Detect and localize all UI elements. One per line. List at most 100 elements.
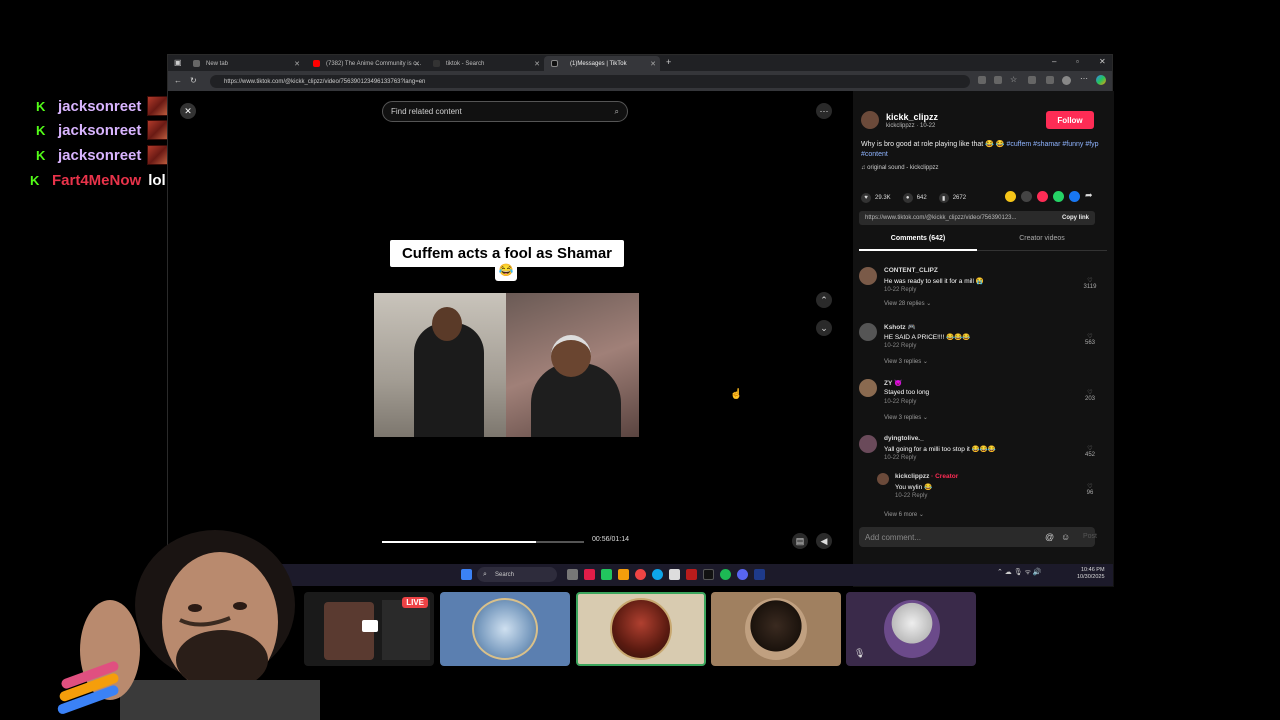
maximize-icon[interactable]: ▫: [1076, 57, 1079, 66]
view-replies-link[interactable]: View 28 replies ⌄: [884, 300, 931, 307]
avatar[interactable]: [859, 323, 877, 341]
discord-icon[interactable]: [737, 569, 748, 580]
save-button[interactable]: ▮ 2672: [938, 193, 966, 203]
extension-icon[interactable]: [978, 76, 986, 84]
system-tray-icons[interactable]: ⌃ ☁ 🎙 ᯤ 🔊: [997, 568, 1042, 577]
copilot-icon[interactable]: [1096, 75, 1106, 85]
minimize-icon[interactable]: –: [1052, 57, 1056, 66]
copy-link-button[interactable]: Copy link: [1062, 215, 1089, 221]
view-more-link[interactable]: View 6 more ⌄: [884, 511, 924, 518]
close-icon[interactable]: ✕: [414, 60, 420, 68]
close-window-icon[interactable]: ✕: [1099, 57, 1106, 66]
more-options-icon[interactable]: ⋯: [816, 103, 832, 119]
start-icon[interactable]: [461, 569, 472, 580]
next-video-icon[interactable]: ⌄: [816, 320, 832, 336]
comment-meta[interactable]: 10-22 Reply: [884, 343, 916, 349]
comment-meta[interactable]: 10-22 Reply: [884, 455, 916, 461]
app-icon[interactable]: [601, 569, 612, 580]
comment-like-button[interactable]: ♡ 563: [1081, 333, 1099, 346]
mention-icon[interactable]: @: [1045, 532, 1054, 542]
extension-icon[interactable]: [1028, 76, 1036, 84]
captions-icon[interactable]: ▤: [792, 533, 808, 549]
previous-video-icon[interactable]: ⌃: [816, 292, 832, 308]
close-icon[interactable]: ✕: [534, 60, 540, 68]
search-icon[interactable]: ⌕: [615, 107, 619, 117]
taskbar-clock[interactable]: 10:46 PM 10/30/2025: [1077, 567, 1105, 581]
app-icon[interactable]: [669, 569, 680, 580]
avatar[interactable]: [877, 473, 889, 485]
video-link-field[interactable]: https://www.tiktok.com/@kickk_clipzz/vid…: [859, 211, 1095, 225]
refresh-icon[interactable]: ↻: [190, 76, 197, 85]
comment-text: He was ready to sell it for a mill 😭: [884, 278, 984, 285]
sound-link[interactable]: ♫ original sound - kickclippzz: [861, 165, 939, 171]
comment-username[interactable]: CONTENT_CLIPZ: [884, 267, 938, 274]
tiktok-icon: [551, 60, 558, 67]
discord-user-tile-speaking[interactable]: [576, 592, 706, 666]
tab-tiktok-search[interactable]: tiktok - Search ✕: [426, 56, 544, 71]
close-video-button[interactable]: ✕: [180, 103, 196, 119]
tab-creator-videos[interactable]: Creator videos: [983, 235, 1101, 251]
avatar[interactable]: [859, 379, 877, 397]
avatar[interactable]: [859, 267, 877, 285]
tab-new-tab[interactable]: New tab ✕: [186, 56, 304, 71]
tab-tiktok-messages[interactable]: (1)Messages | TikTok ✕: [544, 56, 660, 71]
close-icon[interactable]: ✕: [650, 60, 656, 68]
comment-like-button[interactable]: ♡ 96: [1081, 483, 1099, 496]
comment-meta[interactable]: 10-22 Reply: [884, 287, 916, 293]
comment-like-button[interactable]: ♡ 3119: [1081, 277, 1099, 290]
discord-user-tile[interactable]: [440, 592, 570, 666]
tab-comments[interactable]: Comments (642): [859, 235, 977, 251]
share-icon[interactable]: ➦: [1085, 190, 1093, 201]
volume-icon[interactable]: ◀: [816, 533, 832, 549]
comment-like-button[interactable]: ♡ 203: [1081, 389, 1099, 402]
embed-icon[interactable]: [1021, 191, 1032, 202]
whatsapp-icon[interactable]: [1053, 191, 1064, 202]
steam-icon[interactable]: [754, 569, 765, 580]
comment-like-button[interactable]: ♡ 452: [1081, 445, 1099, 458]
tab-actions-icon[interactable]: ▣: [174, 58, 182, 67]
discord-user-tile[interactable]: [711, 592, 841, 666]
extension-icon[interactable]: [994, 76, 1002, 84]
youtube-icon[interactable]: [635, 569, 646, 580]
spotify-icon[interactable]: [720, 569, 731, 580]
avatar[interactable]: [859, 435, 877, 453]
favorites-icon[interactable]: [1046, 76, 1054, 84]
discord-user-tile[interactable]: 🎙: [846, 592, 976, 666]
video-progress-bar[interactable]: [382, 541, 584, 543]
share-friends-icon[interactable]: [1037, 191, 1048, 202]
search-input[interactable]: Find related content ⌕: [382, 101, 628, 122]
follow-button[interactable]: Follow: [1046, 111, 1094, 129]
tab-youtube[interactable]: (7382) The Anime Community is c... ✕: [306, 56, 424, 71]
creator-username[interactable]: kickk_clipzz: [886, 112, 938, 122]
view-replies-link[interactable]: View 3 replies ⌄: [884, 358, 928, 365]
comment-meta[interactable]: 10-22 Reply: [884, 399, 916, 405]
comment-input[interactable]: Add comment... @ ☺: [859, 527, 1095, 547]
back-icon[interactable]: ←: [174, 76, 182, 85]
comment-username[interactable]: Kshotz 🎮: [884, 323, 916, 331]
comment-button[interactable]: ● 642: [902, 193, 927, 203]
address-bar[interactable]: https://www.tiktok.com/@kickk_clipzz/vid…: [210, 75, 970, 88]
netflix-icon[interactable]: [686, 569, 697, 580]
reply-meta[interactable]: 10-22 Reply: [895, 493, 927, 499]
close-icon[interactable]: ✕: [294, 60, 300, 68]
reply-username[interactable]: kickclippzz · Creator: [895, 473, 958, 480]
app-icon[interactable]: [584, 569, 595, 580]
creator-avatar[interactable]: [861, 111, 879, 129]
view-replies-link[interactable]: View 3 replies ⌄: [884, 414, 928, 421]
more-icon[interactable]: ⋯: [1080, 74, 1088, 83]
folder-icon[interactable]: [618, 569, 629, 580]
star-icon[interactable]: ☆: [1010, 75, 1017, 84]
taskbar-search[interactable]: ⌕ Search: [477, 567, 557, 582]
facebook-icon[interactable]: [1069, 191, 1080, 202]
task-view-icon[interactable]: [567, 569, 578, 580]
profile-avatar[interactable]: [1062, 76, 1071, 85]
like-button[interactable]: ♥ 29.3K: [861, 193, 891, 203]
share-coin-icon[interactable]: [1005, 191, 1016, 202]
comment-username[interactable]: dyingtolive._: [884, 435, 924, 442]
emoji-icon[interactable]: ☺: [1061, 532, 1070, 542]
new-tab-button[interactable]: +: [666, 57, 671, 67]
edge-icon[interactable]: [652, 569, 663, 580]
tiktok-icon[interactable]: [703, 569, 714, 580]
post-button[interactable]: Post: [1083, 533, 1097, 540]
comment-username[interactable]: ZY 😈: [884, 379, 902, 387]
